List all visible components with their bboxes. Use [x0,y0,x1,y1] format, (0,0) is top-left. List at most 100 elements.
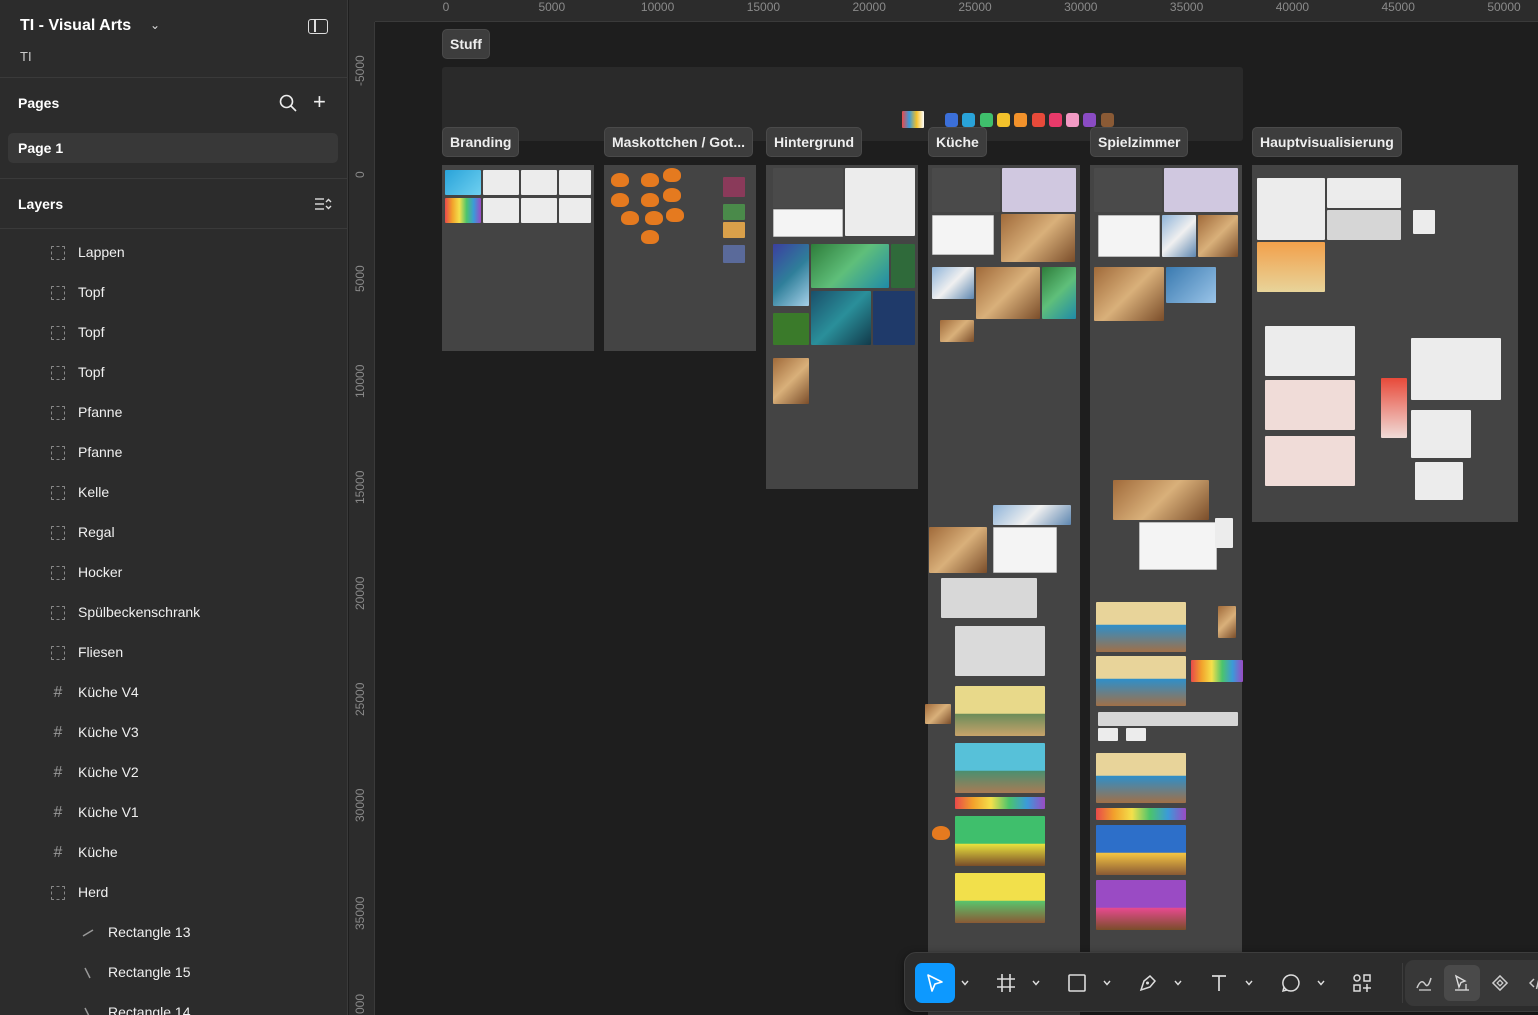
collapse-layers-icon[interactable] [314,196,332,212]
room-photo-thumbnail[interactable] [1094,267,1164,321]
mascot-thumbnail[interactable] [645,211,663,225]
kitchen-photo-thumbnail[interactable] [1001,214,1075,262]
mascot-thumbnail[interactable] [611,173,629,187]
room-asset-thumbnail[interactable] [1215,518,1233,548]
background-thumbnail[interactable] [773,313,809,345]
room-colors-thumbnail[interactable] [1191,660,1243,682]
mascot-thumbnail[interactable] [723,177,745,197]
kitchen-v3-thumbnail[interactable] [955,816,1045,866]
frame-tool-button[interactable] [986,963,1026,1003]
kitchen-v1-thumbnail[interactable] [955,686,1045,736]
kitchen-sketch-thumbnail[interactable] [932,215,994,255]
layer-row[interactable]: Lappen [0,233,347,273]
chevron-down-icon[interactable] [961,979,969,987]
kitchen-asset-thumbnail[interactable] [925,704,951,724]
mascot-thumbnail[interactable] [666,208,684,222]
kitchen-tiles-thumbnail[interactable] [955,626,1045,676]
chevron-down-icon[interactable] [1245,979,1253,987]
layer-row[interactable]: Spülbeckenschrank [0,593,347,633]
prototype-mode-button[interactable] [1482,965,1518,1001]
mascot-thumbnail[interactable] [611,193,629,207]
layer-row[interactable]: # Küche V2 [0,753,347,793]
room-v5-thumbnail[interactable] [1096,880,1186,930]
color-swatch[interactable] [1031,113,1045,127]
chevron-down-icon[interactable]: ⌄ [150,18,160,32]
color-swatch[interactable] [1066,113,1080,127]
background-thumbnail[interactable] [811,244,889,288]
layer-row[interactable]: Pfanne [0,393,347,433]
background-thumbnail[interactable] [891,244,915,288]
shape-tool-button[interactable] [1057,963,1097,1003]
background-thumbnail[interactable] [773,244,809,306]
section-label-kueche[interactable]: Küche [928,127,987,157]
layer-row[interactable]: Kelle [0,473,347,513]
icon-sheet-thumbnail[interactable] [1411,410,1471,458]
room-colors-thumbnail[interactable] [1096,808,1186,820]
sidebar-toggle-icon[interactable] [308,19,328,34]
palette-thumbnail[interactable] [902,111,924,128]
canvas[interactable]: 0 5000 10000 15000 20000 25000 30000 35000 40000… [349,0,1538,1015]
room-asset-thumbnail[interactable] [1098,728,1118,741]
kitchen-colors-thumbnail[interactable] [955,797,1045,809]
moodboard-thumbnail[interactable] [845,168,915,236]
room-asset-thumbnail[interactable] [1218,606,1236,638]
comment-tool-button[interactable] [1271,963,1311,1003]
main-visual-thumbnail[interactable] [1327,210,1401,240]
mascot-thumbnail[interactable] [641,173,659,187]
layer-row[interactable]: Rectangle 14 [0,993,347,1015]
file-title[interactable]: TI - Visual Arts [20,17,131,35]
color-swatch[interactable] [979,113,993,127]
main-visual-thumbnail[interactable] [1413,210,1435,234]
room-sketch-thumbnail[interactable] [1139,522,1217,570]
kitchen-photo-thumbnail[interactable] [993,505,1071,525]
main-visual-thumbnail[interactable] [1411,338,1501,400]
color-swatch[interactable] [1048,113,1062,127]
branding-thumbnail[interactable] [521,198,557,223]
layer-row[interactable]: Topf [0,353,347,393]
color-swatch[interactable] [996,113,1010,127]
branding-thumbnail[interactable] [445,198,481,223]
main-visual-thumbnail[interactable] [1265,326,1355,376]
main-visual-thumbnail[interactable] [1265,380,1355,430]
room-asset-thumbnail[interactable] [1113,480,1209,520]
chevron-down-icon[interactable] [1317,979,1325,987]
kitchen-asset-thumbnail[interactable] [941,578,1037,618]
room-asset-thumbnail[interactable] [1126,728,1146,741]
kitchen-sketch-thumbnail[interactable] [993,527,1057,573]
text-tool-button[interactable] [1199,963,1239,1003]
sketch-thumbnail[interactable] [773,209,843,237]
dev-mode-button[interactable] [1520,965,1538,1001]
file-team[interactable]: TI [20,49,32,64]
section-label-spielzimmer[interactable]: Spielzimmer [1090,127,1189,157]
kitchen-photo-thumbnail[interactable] [940,320,974,342]
mascot-thumbnail[interactable] [932,826,950,840]
actions-tool-button[interactable] [1342,963,1382,1003]
layer-row[interactable]: # Küche [0,833,347,873]
background-thumbnail[interactable] [773,358,809,404]
room-v3-thumbnail[interactable] [1096,753,1186,803]
main-visual-thumbnail[interactable] [1327,178,1401,208]
branding-thumbnail[interactable] [445,170,481,195]
mascot-thumbnail[interactable] [663,168,681,182]
layer-row[interactable]: Pfanne [0,433,347,473]
move-tool-button[interactable] [915,963,955,1003]
layer-row[interactable]: # Küche V3 [0,713,347,753]
color-swatch[interactable] [1100,113,1114,127]
mascot-thumbnail[interactable] [723,245,745,263]
kitchen-photo-thumbnail[interactable] [1042,267,1076,319]
section-label-branding[interactable]: Branding [442,127,520,157]
branding-thumbnail[interactable] [559,198,591,223]
main-visual-thumbnail[interactable] [1257,242,1325,292]
kitchen-v2-thumbnail[interactable] [955,743,1045,793]
section-label-hintergrund[interactable]: Hintergrund [766,127,863,157]
branding-thumbnail[interactable] [483,170,519,195]
mascot-thumbnail[interactable] [621,211,639,225]
layer-row[interactable]: Herd [0,873,347,913]
draw-mode-button[interactable] [1406,965,1442,1001]
chevron-down-icon[interactable] [1174,979,1182,987]
layer-row[interactable]: Topf [0,313,347,353]
mascot-thumbnail[interactable] [723,222,745,238]
section-label-maskottchen[interactable]: Maskottchen / Got... [604,127,753,157]
search-icon[interactable] [279,94,297,112]
kitchen-photo-thumbnail[interactable] [932,267,974,299]
